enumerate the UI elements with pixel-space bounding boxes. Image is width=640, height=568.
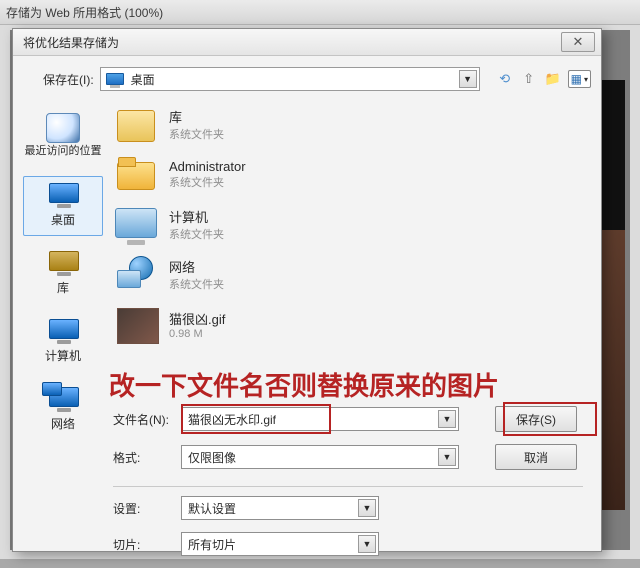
entry-sub: 0.98 M	[169, 328, 225, 340]
lookin-tools: ⟲ ⇧ 📁 ▦ ▾	[496, 70, 591, 88]
dialog-close-button[interactable]: ✕	[561, 32, 595, 52]
close-icon: ✕	[573, 34, 584, 50]
format-value: 仅限图像	[188, 449, 236, 466]
chevron-down-icon: ▾	[584, 75, 588, 84]
app-window: 存储为 Web 所用格式 (100%) 将优化结果存储为 ✕ 保存在(I): 桌…	[0, 0, 640, 559]
place-libraries[interactable]: 库	[23, 244, 103, 304]
entry-text: 猫很凶.gif 0.98 M	[169, 309, 225, 340]
place-label: 最近访问的位置	[24, 145, 102, 157]
entry-sub: 系统文件夹	[169, 174, 246, 190]
place-computer[interactable]: 计算机	[23, 312, 103, 372]
computer-icon	[47, 317, 79, 345]
save-button-label: 保存(S)	[516, 411, 556, 428]
place-desktop[interactable]: 桌面	[23, 176, 103, 236]
entry-title: 猫很凶.gif	[169, 309, 225, 328]
divider	[113, 486, 583, 487]
list-item[interactable]: 网络 系统文件夹	[115, 254, 585, 294]
network-icon	[47, 385, 79, 413]
place-network[interactable]: 网络	[23, 380, 103, 440]
save-button[interactable]: 保存(S)	[495, 406, 577, 432]
entry-sub: 系统文件夹	[169, 226, 224, 242]
format-select[interactable]: 仅限图像 ▼	[181, 445, 459, 469]
new-folder-icon[interactable]: 📁	[544, 70, 562, 88]
grid-icon: ▦	[571, 72, 582, 86]
list-item[interactable]: Administrator 系统文件夹	[115, 154, 585, 194]
libraries-icon	[47, 249, 79, 277]
settings-value: 默认设置	[188, 500, 236, 517]
settings-select[interactable]: 默认设置 ▼	[181, 496, 379, 520]
entry-text: 计算机 系统文件夹	[169, 207, 224, 242]
place-label: 库	[24, 279, 102, 296]
save-dialog: 将优化结果存储为 ✕ 保存在(I): 桌面 ▼ ⟲ ⇧ 📁 ▦	[12, 28, 602, 552]
form-area: 文件名(N): 猫很凶无水印.gif ▼ 保存(S) 格式: 仅限图像 ▼	[113, 406, 588, 482]
entry-title: 库	[169, 107, 224, 126]
entry-sub: 系统文件夹	[169, 276, 224, 292]
chevron-down-icon: ▼	[358, 499, 376, 517]
up-arrow-icon[interactable]: ⇧	[520, 70, 538, 88]
format-row: 格式: 仅限图像 ▼ 取消	[113, 444, 588, 470]
list-item[interactable]: 猫很凶.gif 0.98 M	[115, 304, 585, 344]
place-recent[interactable]: 最近访问的位置	[23, 108, 103, 168]
network-icon	[115, 254, 159, 294]
settings-row: 设置: 默认设置 ▼	[113, 496, 588, 520]
form-area-2: 设置: 默认设置 ▼ 切片: 所有切片 ▼	[113, 496, 588, 568]
back-icon[interactable]: ⟲	[496, 70, 514, 88]
list-item[interactable]: 计算机 系统文件夹	[115, 204, 585, 244]
entry-title: 计算机	[169, 207, 224, 226]
view-menu-button[interactable]: ▦ ▾	[568, 70, 591, 88]
app-title: 存储为 Web 所用格式 (100%)	[6, 4, 163, 21]
lookin-row: 保存在(I): 桌面 ▼ ⟲ ⇧ 📁 ▦ ▾	[13, 62, 601, 96]
format-label: 格式:	[113, 449, 173, 466]
filename-label: 文件名(N):	[113, 411, 173, 428]
filename-value: 猫很凶无水印.gif	[188, 411, 276, 428]
entry-text: 库 系统文件夹	[169, 107, 224, 142]
place-label: 计算机	[24, 347, 102, 364]
lookin-value: 桌面	[131, 71, 155, 88]
recent-icon	[46, 113, 80, 143]
cancel-button-label: 取消	[524, 449, 548, 466]
cancel-button[interactable]: 取消	[495, 444, 577, 470]
desktop-icon	[105, 69, 125, 89]
lookin-label: 保存在(I):	[43, 71, 94, 88]
dialog-body: 保存在(I): 桌面 ▼ ⟲ ⇧ 📁 ▦ ▾	[13, 56, 601, 552]
slices-value: 所有切片	[188, 536, 236, 553]
place-label: 网络	[24, 415, 102, 432]
desktop-icon	[47, 181, 79, 209]
chevron-down-icon: ▼	[438, 448, 456, 466]
chevron-down-icon: ▼	[358, 535, 376, 553]
dialog-title: 将优化结果存储为	[23, 34, 119, 51]
entry-text: Administrator 系统文件夹	[169, 159, 246, 190]
entry-title: Administrator	[169, 159, 246, 174]
library-icon	[115, 104, 159, 144]
filename-row: 文件名(N): 猫很凶无水印.gif ▼ 保存(S)	[113, 406, 588, 432]
filename-input[interactable]: 猫很凶无水印.gif ▼	[181, 407, 459, 431]
entry-text: 网络 系统文件夹	[169, 257, 224, 292]
chevron-down-icon: ▼	[438, 410, 456, 428]
slices-select[interactable]: 所有切片 ▼	[181, 532, 379, 556]
folder-icon	[115, 154, 159, 194]
place-label: 桌面	[24, 211, 102, 228]
places-bar: 最近访问的位置 桌面 库 计算机 网络	[21, 104, 105, 424]
file-listing: 库 系统文件夹 Administrator 系统文件夹 计算机 系统文件夹	[115, 104, 585, 399]
thumbnail-icon	[115, 304, 159, 344]
entry-title: 网络	[169, 257, 224, 276]
computer-icon	[115, 204, 159, 244]
dialog-titlebar: 将优化结果存储为 ✕	[13, 29, 601, 56]
entry-sub: 系统文件夹	[169, 126, 224, 142]
list-item[interactable]: 库 系统文件夹	[115, 104, 585, 144]
slices-label: 切片:	[113, 536, 173, 553]
app-titlebar: 存储为 Web 所用格式 (100%)	[0, 0, 640, 25]
settings-label: 设置:	[113, 500, 173, 517]
chevron-down-icon: ▼	[459, 70, 477, 88]
lookin-select[interactable]: 桌面 ▼	[100, 67, 480, 91]
slices-row: 切片: 所有切片 ▼	[113, 532, 588, 556]
